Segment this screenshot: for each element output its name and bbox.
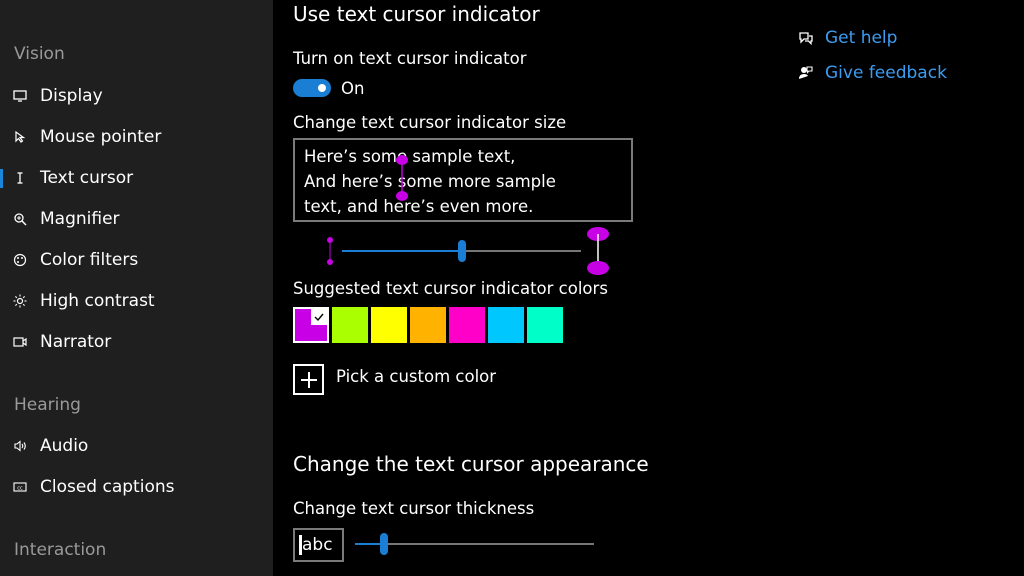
sidebar-header-vision: Vision <box>14 44 65 64</box>
sidebar-item-label: Color filters <box>40 250 139 270</box>
sidebar-item-label: Text cursor <box>40 168 134 188</box>
text-cursor-icon <box>12 170 28 186</box>
thickness-slider-track[interactable] <box>355 543 594 545</box>
get-help-text: Get help <box>825 28 898 48</box>
sidebar-item-high-contrast[interactable]: High contrast <box>0 283 273 319</box>
selection-indicator <box>0 169 3 188</box>
color-swatch[interactable] <box>410 307 446 343</box>
sidebar-item-label: Magnifier <box>40 209 120 229</box>
sidebar-item-label: High contrast <box>40 291 155 311</box>
toggle-knob <box>318 84 326 92</box>
sidebar-item-audio[interactable]: Audio <box>0 428 273 464</box>
thickness-slider-thumb[interactable] <box>380 533 388 555</box>
sidebar-item-label: Audio <box>40 436 89 456</box>
color-swatch[interactable] <box>527 307 563 343</box>
toggle-label: Turn on text cursor indicator <box>293 49 527 68</box>
color-swatch[interactable] <box>332 307 368 343</box>
pick-custom-color-button[interactable]: Pick a custom color <box>293 364 496 395</box>
small-indicator-icon <box>327 237 333 265</box>
sidebar-item-label: Closed captions <box>40 477 175 497</box>
give-feedback-link[interactable]: Give feedback <box>798 63 947 83</box>
high-contrast-icon <box>12 293 28 309</box>
sidebar-header-hearing: Hearing <box>14 395 81 415</box>
sidebar-item-mouse-pointer[interactable]: Mouse pointer <box>0 119 273 155</box>
color-swatch[interactable] <box>449 307 485 343</box>
large-indicator-icon <box>587 227 609 275</box>
feedback-icon <box>798 65 814 81</box>
sidebar-item-label: Narrator <box>40 332 112 352</box>
give-feedback-text: Give feedback <box>825 63 947 83</box>
settings-window: Vision Display Mouse pointer Text cursor <box>0 0 1024 576</box>
sidebar-item-label: Display <box>40 86 103 106</box>
sample-line: Here’s some sample text, <box>304 147 516 166</box>
magnifier-icon <box>12 211 28 227</box>
sample-line: And here’s some more sample <box>304 172 556 191</box>
display-icon <box>12 88 28 104</box>
text-cursor-indicator-preview <box>396 155 408 201</box>
toggle-state: On <box>341 79 365 98</box>
mouse-pointer-icon <box>12 129 28 145</box>
narrator-icon <box>12 334 28 350</box>
size-slider-fill <box>342 250 462 252</box>
custom-color-label: Pick a custom color <box>336 367 497 386</box>
color-swatch[interactable] <box>488 307 524 343</box>
sidebar-item-display[interactable]: Display <box>0 78 273 114</box>
colors-label: Suggested text cursor indicator colors <box>293 279 608 298</box>
thickness-preview-text: abc <box>302 535 333 555</box>
sample-text-preview: Here’s some sample text, And here’s some… <box>293 138 633 222</box>
svg-text:cc: cc <box>17 485 23 491</box>
text-cursor-indicator-toggle[interactable] <box>293 79 331 97</box>
thickness-label: Change text cursor thickness <box>293 499 535 518</box>
size-label: Change text cursor indicator size <box>293 113 567 132</box>
color-swatch[interactable] <box>371 307 407 343</box>
get-help-link[interactable]: Get help <box>798 28 897 48</box>
sidebar-item-magnifier[interactable]: Magnifier <box>0 201 273 237</box>
sidebar-item-text-cursor[interactable]: Text cursor <box>0 160 273 196</box>
section-title: Change the text cursor appearance <box>293 452 649 476</box>
sample-line: text, and here’s even more. <box>304 197 534 216</box>
color-filters-icon <box>12 252 28 268</box>
sidebar-header-interaction: Interaction <box>14 540 107 560</box>
color-swatch[interactable] <box>293 307 329 343</box>
closed-captions-icon: cc <box>12 479 28 495</box>
sidebar-item-label: Mouse pointer <box>40 127 162 147</box>
color-swatches <box>293 307 566 343</box>
sidebar-item-closed-captions[interactable]: cc Closed captions <box>0 469 273 505</box>
sidebar-item-narrator[interactable]: Narrator <box>0 324 273 360</box>
checkmark-icon <box>311 309 327 325</box>
size-slider-thumb[interactable] <box>458 240 466 262</box>
page-title: Use text cursor indicator <box>293 2 540 26</box>
help-chat-icon <box>798 30 814 46</box>
sidebar: Vision Display Mouse pointer Text cursor <box>0 0 273 576</box>
audio-icon <box>12 438 28 454</box>
sidebar-item-color-filters[interactable]: Color filters <box>0 242 273 278</box>
thickness-preview: abc <box>293 528 344 562</box>
plus-icon <box>293 364 324 395</box>
main-content: Use text cursor indicator Turn on text c… <box>273 0 1024 576</box>
